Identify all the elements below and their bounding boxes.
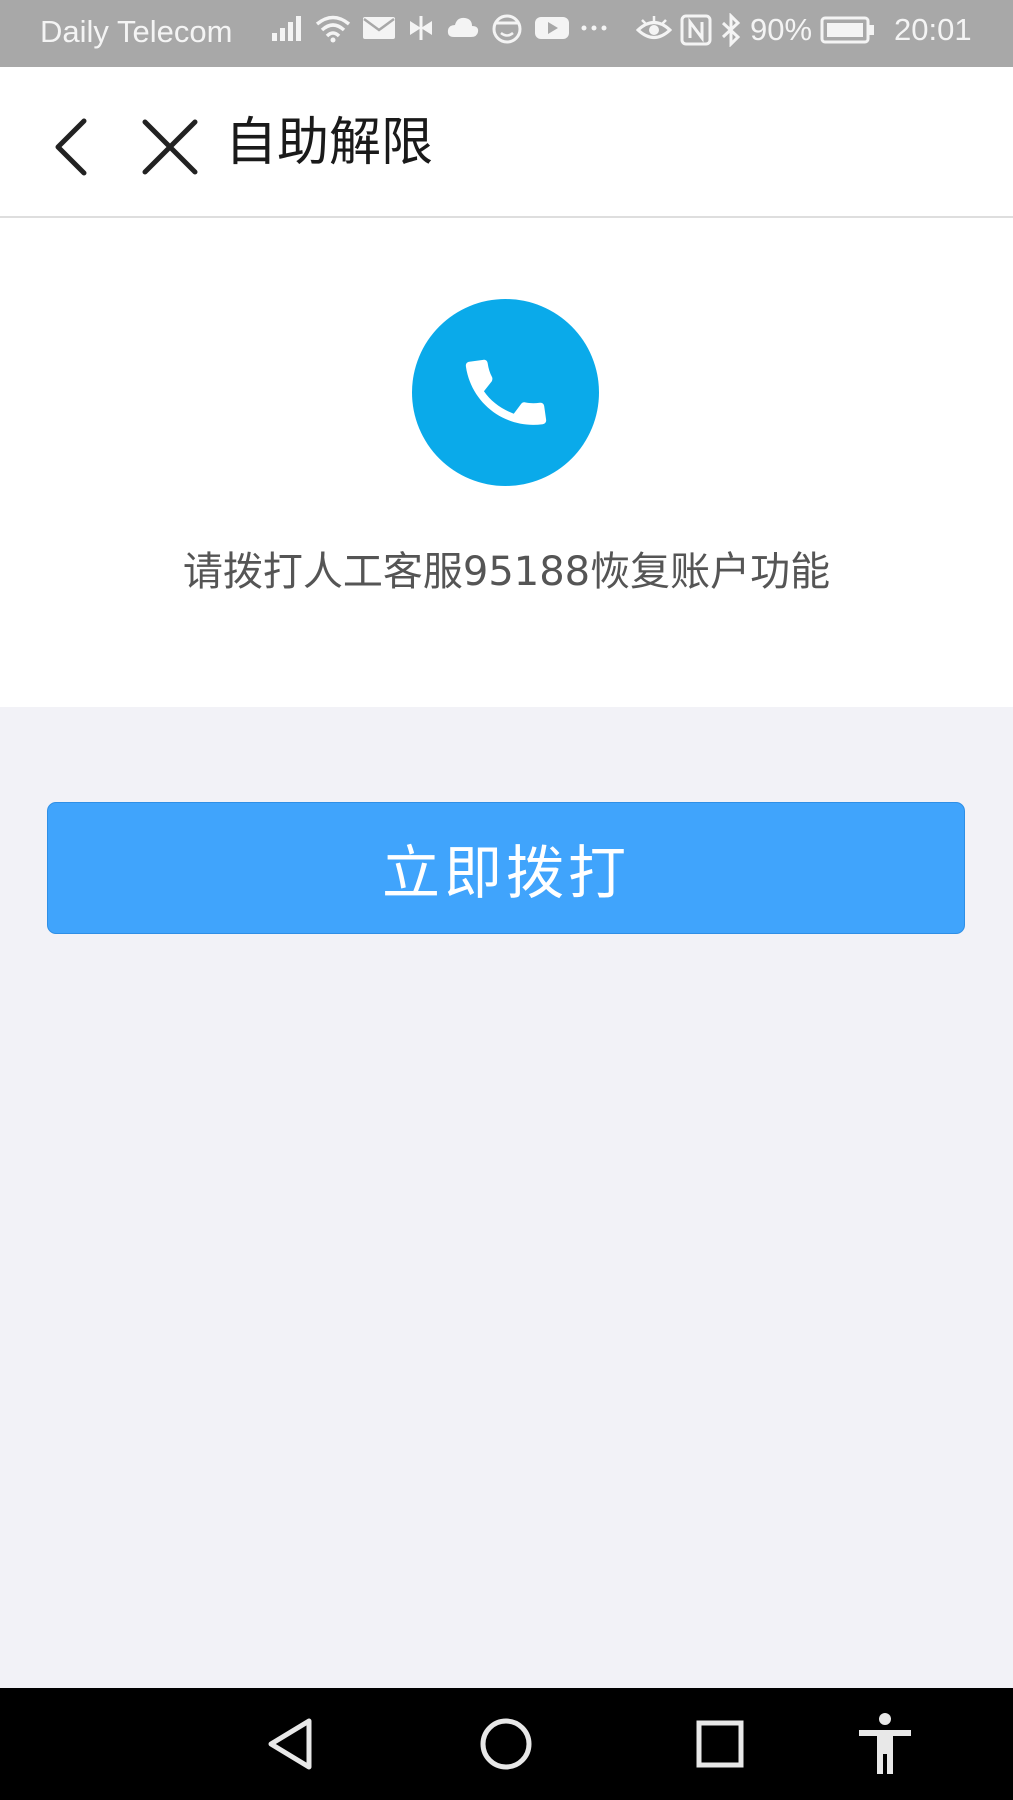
close-icon [142, 119, 198, 175]
nav-recents-button[interactable] [682, 1706, 758, 1782]
chevron-left-icon [55, 118, 87, 176]
nav-back-icon [268, 1718, 312, 1770]
wifi-icon [314, 13, 352, 43]
nav-back-button[interactable] [252, 1706, 328, 1782]
accessibility-button[interactable] [847, 1706, 923, 1782]
navigation-bar [0, 1688, 1013, 1800]
hint-text: 请拨打人工客服95188恢复账户功能 [182, 549, 831, 595]
battery-percent: 90% [750, 12, 813, 47]
youtube-icon [534, 14, 570, 42]
nfc-icon [680, 14, 712, 46]
clock: 20:01 [894, 12, 972, 47]
mail-icon [362, 14, 396, 42]
eye-icon [636, 15, 672, 45]
nav-recents-icon [696, 1720, 744, 1768]
signal-icon [270, 13, 304, 43]
call-now-button[interactable]: 立即拨打 [47, 802, 965, 934]
nav-home-icon [480, 1718, 532, 1770]
more-icon [580, 13, 608, 43]
status-system-icons: 90% 20:01 [636, 12, 972, 48]
nav-home-button[interactable] [468, 1706, 544, 1782]
cloud-icon [446, 15, 480, 41]
phone-icon [412, 299, 599, 486]
status-notification-icons [270, 12, 608, 44]
accessibility-icon [859, 1713, 911, 1774]
app-icon [406, 13, 436, 43]
page-title: 自助解限 [225, 113, 434, 173]
bluetooth-icon [720, 13, 742, 47]
face-icon [490, 12, 524, 44]
status-bar: Daily Telecom 90% 20:01 [0, 0, 1013, 67]
back-button[interactable] [30, 107, 110, 187]
close-button[interactable] [130, 107, 210, 187]
info-card: 请拨打人工客服95188恢复账户功能 [0, 218, 1013, 707]
app-header: 自助解限 [0, 67, 1013, 218]
battery-icon [820, 15, 876, 45]
carrier-name: Daily Telecom [40, 14, 233, 49]
